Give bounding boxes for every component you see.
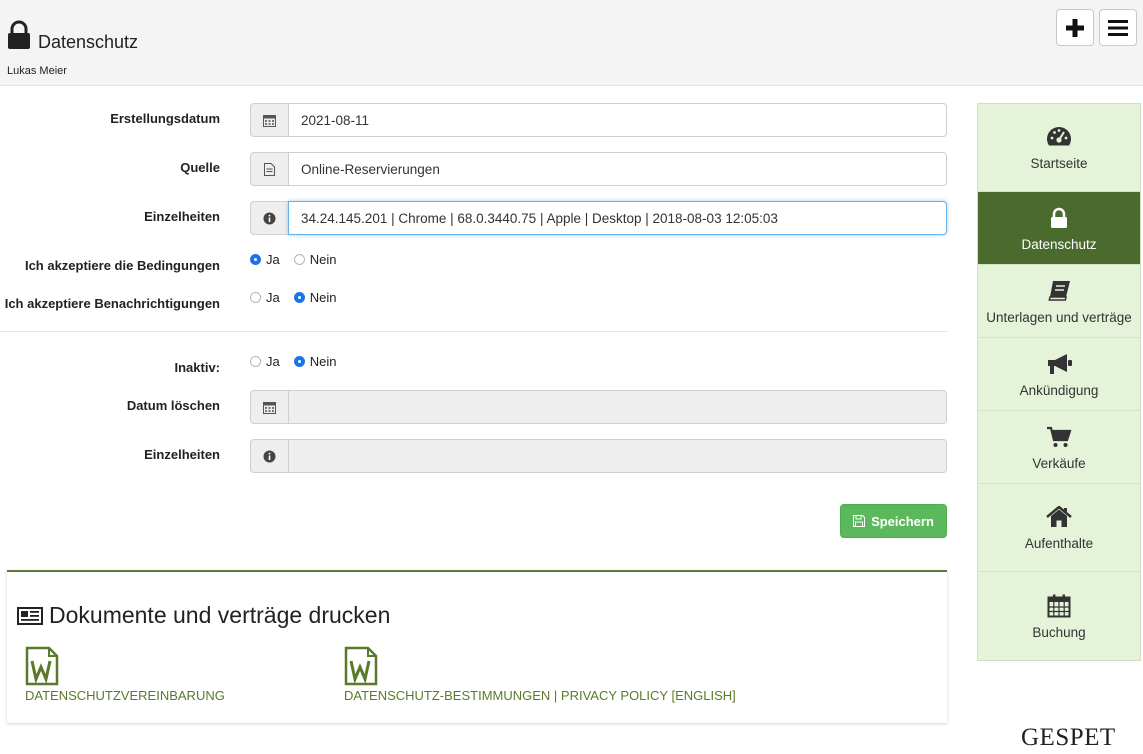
accept-terms-label: Ich akzeptiere die Bedingungen	[24, 258, 220, 273]
details-row: Einzelheiten 34.24.145.201 | Chrome | 68…	[0, 201, 947, 235]
menu-button[interactable]	[1099, 9, 1137, 46]
delete-date-row: Datum löschen	[0, 390, 947, 424]
details-input[interactable]: 34.24.145.201 | Chrome | 68.0.3440.75 | …	[288, 201, 947, 235]
created-date-label: Erstellungsdatum	[110, 111, 220, 126]
document-item[interactable]: DATENSCHUTZVEREINBARUNG	[25, 646, 225, 703]
user-name: Lukas Meier	[7, 65, 67, 77]
document-icon	[250, 152, 289, 186]
page-header: Datenschutz Lukas Meier	[0, 0, 1143, 86]
add-button[interactable]	[1056, 9, 1094, 46]
accept-notifications-no-radio[interactable]: Nein	[293, 290, 336, 305]
lock-icon	[8, 20, 30, 49]
megaphone-icon	[1048, 353, 1072, 374]
created-date-row: Erstellungsdatum 2021-08-11	[0, 103, 947, 137]
home-icon	[1046, 506, 1072, 527]
delete-date-label: Datum löschen	[126, 398, 220, 413]
radio-checked-icon	[293, 292, 305, 303]
created-date-input[interactable]: 2021-08-11	[288, 103, 947, 137]
calendar-icon	[250, 390, 289, 424]
sidebar-item-aufenthalte[interactable]: Aufenthalte	[978, 484, 1140, 572]
accept-terms-no-radio[interactable]: Nein	[293, 252, 336, 267]
document-link[interactable]: DATENSCHUTZ-BESTIMMUNGEN | PRIVACY POLIC…	[344, 688, 736, 703]
page-title: Datenschutz	[38, 32, 139, 52]
source-row: Quelle Online-Reservierungen	[0, 152, 947, 186]
radio-checked-icon	[293, 356, 305, 367]
details-label: Einzelheiten	[144, 209, 220, 224]
info-icon	[250, 439, 289, 473]
accept-notifications-row: Ich akzeptiere Benachrichtigungen Ja Nei…	[0, 290, 947, 324]
radio-unchecked-icon	[250, 356, 261, 367]
details2-label: Einzelheiten	[144, 447, 220, 462]
inactive-yes-radio[interactable]: Ja	[250, 354, 280, 369]
sidebar-item-datenschutz[interactable]: Datenschutz	[978, 192, 1140, 265]
form-divider	[0, 331, 947, 332]
cart-icon	[1047, 426, 1072, 447]
accept-notifications-yes-radio[interactable]: Ja	[250, 290, 280, 305]
accept-notifications-label: Ich akzeptiere Benachrichtigungen	[4, 296, 220, 311]
source-label: Quelle	[180, 160, 220, 175]
lock-icon	[1051, 207, 1067, 228]
inactive-no-radio[interactable]: Nein	[293, 354, 336, 369]
inactive-row: Inaktiv: Ja Nein	[0, 354, 947, 388]
info-icon	[250, 201, 289, 235]
inactive-label: Inaktiv:	[174, 360, 220, 375]
radio-unchecked-icon	[293, 254, 305, 265]
dashboard-icon	[1047, 127, 1071, 146]
sidebar-item-startseite[interactable]: Startseite	[978, 104, 1140, 192]
word-document-icon	[344, 646, 378, 686]
documents-panel: Dokumente und verträge drucken DATENSCHU…	[7, 570, 947, 723]
sidebar-item-ankuendigung[interactable]: Ankündigung	[978, 338, 1140, 411]
sidebar-item-buchung[interactable]: Buchung	[978, 572, 1140, 660]
accept-terms-row: Ich akzeptiere die Bedingungen Ja Nein	[0, 252, 947, 286]
sidebar-item-verkaeufe[interactable]: Verkäufe	[978, 411, 1140, 484]
radio-unchecked-icon	[250, 292, 261, 303]
details2-row: Einzelheiten	[0, 439, 947, 473]
floppy-icon	[853, 515, 866, 527]
source-input[interactable]: Online-Reservierungen	[288, 152, 947, 186]
sidebar-nav: Startseite Datenschutz Unterlagen und ve…	[977, 103, 1141, 661]
sidebar-item-unterlagen[interactable]: Unterlagen und verträge	[978, 265, 1140, 338]
calendar-icon	[250, 103, 289, 137]
document-link[interactable]: DATENSCHUTZVEREINBARUNG	[25, 688, 225, 703]
brand-logo: GESPET	[1021, 724, 1116, 751]
plus-icon	[1066, 18, 1084, 37]
newspaper-icon	[17, 606, 43, 625]
details2-input[interactable]	[288, 439, 947, 473]
document-item[interactable]: DATENSCHUTZ-BESTIMMUNGEN | PRIVACY POLIC…	[344, 646, 736, 703]
radio-checked-icon	[250, 254, 261, 265]
word-document-icon	[25, 646, 59, 686]
accept-terms-yes-radio[interactable]: Ja	[250, 252, 280, 267]
save-button[interactable]: Speichern	[840, 504, 947, 538]
delete-date-input[interactable]	[288, 390, 947, 424]
documents-title: Dokumente und verträge drucken	[17, 602, 390, 629]
book-icon	[1048, 280, 1070, 301]
calendar-icon	[1047, 594, 1071, 617]
menu-icon	[1108, 19, 1128, 36]
